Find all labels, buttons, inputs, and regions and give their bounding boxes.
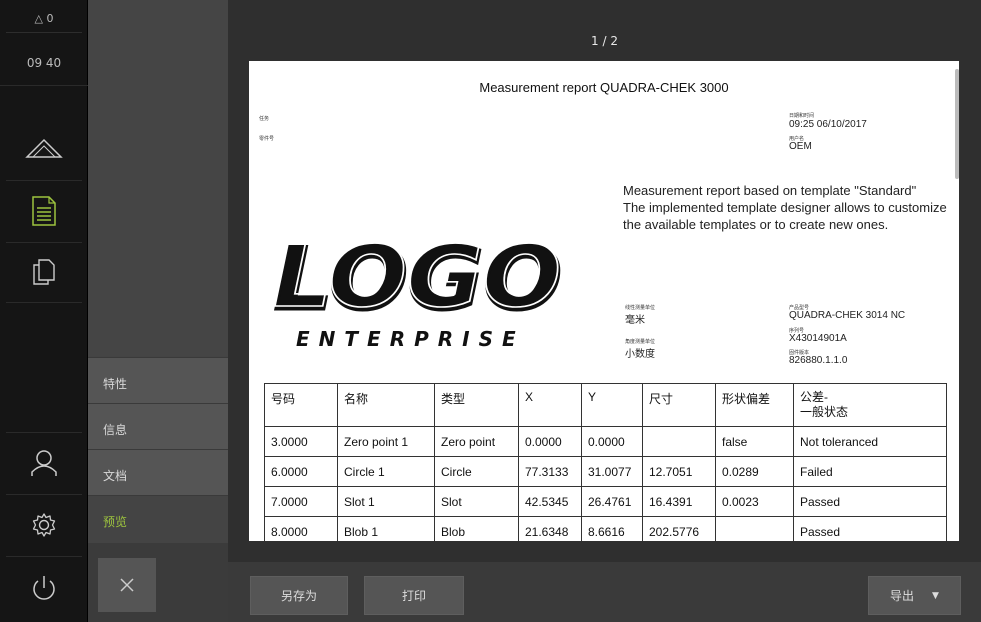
clock: 09 40 xyxy=(26,56,62,70)
report-page[interactable]: Measurement report QUADRA-CHEK 3000 任务 零… xyxy=(249,61,959,541)
col-number: 号码 xyxy=(264,383,338,427)
submenu-item-preview[interactable]: 预览 xyxy=(88,495,228,541)
settings-button[interactable] xyxy=(0,496,88,554)
file-manager-icon xyxy=(33,259,55,285)
table-row: 8.0000 Blob 1 Blob 21.6348 8.6616 202.5776 Pas… xyxy=(264,516,947,541)
col-size: 尺寸 xyxy=(642,383,716,427)
table-cell: Blob xyxy=(434,516,519,541)
app-window: △ 0 09 40 特性 信息 文档 预览 1 / 2 Measurement … xyxy=(0,0,981,622)
table-row: 3.0000 Zero point 1 Zero point 0.0000 0.0000… xyxy=(264,426,947,457)
table-cell: 8.6616 xyxy=(581,516,643,541)
linear-unit-label: 线性测量单位 xyxy=(625,305,656,311)
measure-button[interactable] xyxy=(0,120,88,176)
date-value: 09:25 06/10/2017 xyxy=(789,119,867,130)
table-cell: 12.7051 xyxy=(642,456,716,487)
table-cell: 8.0000 xyxy=(264,516,338,541)
close-icon xyxy=(120,578,134,592)
col-x: X xyxy=(518,383,582,427)
warning-count: 0 xyxy=(46,12,54,25)
table-row: 6.0000 Circle 1 Circle 77.3133 31.0077 12.705… xyxy=(264,456,947,487)
table-row: 7.0000 Slot 1 Slot 42.5345 26.4761 16.4391 0.0… xyxy=(264,486,947,517)
table-cell: Blob 1 xyxy=(337,516,435,541)
col-tolerance-status: 公差- 一般状态 xyxy=(793,383,947,427)
table-cell: 0.0000 xyxy=(581,426,643,457)
chevron-down-icon: ▼ xyxy=(932,590,939,601)
save-as-button[interactable]: 另存为 xyxy=(250,576,348,615)
submenu-item-info[interactable]: 信息 xyxy=(88,403,228,449)
svg-text:LOGO: LOGO xyxy=(273,227,561,327)
status-area[interactable]: △ 0 09 40 xyxy=(0,0,88,86)
col-form-deviation: 形状偏差 xyxy=(715,383,794,427)
preview-area: 1 / 2 Measurement report QUADRA-CHEK 300… xyxy=(228,0,981,622)
report-icon xyxy=(32,196,56,226)
serial-value: X43014901A xyxy=(789,333,847,344)
task-label: 任务 xyxy=(259,116,270,122)
table-cell: Zero point 1 xyxy=(337,426,435,457)
table-cell: Passed xyxy=(793,486,947,517)
settings-icon xyxy=(32,513,56,537)
table-cell: 77.3133 xyxy=(518,456,582,487)
results-table: 号码 名称 类型 X Y 尺寸 形状偏差 公差- 一般状态 3.0000 Zero… xyxy=(264,383,947,541)
submenu-item-features[interactable]: 特性 xyxy=(88,357,228,403)
table-cell: 202.5776 xyxy=(642,516,716,541)
main-menu: △ 0 09 40 xyxy=(0,0,88,622)
footer-toolbar: 另存为 打印 导出 ▼ xyxy=(228,562,981,622)
table-cell: 3.0000 xyxy=(264,426,338,457)
user-login-button[interactable] xyxy=(0,434,88,492)
measurement-report-button[interactable] xyxy=(0,182,88,240)
submenu-item-document[interactable]: 文档 xyxy=(88,449,228,495)
report-title: Measurement report QUADRA-CHEK 3000 xyxy=(479,80,729,95)
table-cell: Circle 1 xyxy=(337,456,435,487)
export-button[interactable]: 导出 ▼ xyxy=(868,576,961,615)
svg-text:ENTERPRISE: ENTERPRISE xyxy=(296,327,525,349)
table-cell: false xyxy=(715,426,794,457)
table-cell: Circle xyxy=(434,456,519,487)
table-cell: Not toleranced xyxy=(793,426,947,457)
print-button[interactable]: 打印 xyxy=(364,576,464,615)
submenu-panel: 特性 信息 文档 预览 xyxy=(88,0,228,622)
table-cell: 42.5345 xyxy=(518,486,582,517)
close-button[interactable] xyxy=(98,558,156,612)
table-cell xyxy=(715,516,794,541)
file-management-button[interactable] xyxy=(0,244,88,300)
col-name: 名称 xyxy=(337,383,435,427)
table-cell: Failed xyxy=(793,456,947,487)
angle-unit-value: 小数度 xyxy=(625,349,655,360)
part-number-label: 零件号 xyxy=(259,136,275,142)
table-header-row: 号码 名称 类型 X Y 尺寸 形状偏差 公差- 一般状态 xyxy=(264,383,947,427)
page-indicator: 1 / 2 xyxy=(591,34,618,48)
firmware-value: 826880.1.1.0 xyxy=(789,355,848,366)
col-type: 类型 xyxy=(434,383,519,427)
table-cell: Slot 1 xyxy=(337,486,435,517)
table-cell: 0.0000 xyxy=(518,426,582,457)
angle-unit-label: 角度测量单位 xyxy=(625,339,656,345)
table-cell: 0.0023 xyxy=(715,486,794,517)
date-label: 日期和时间 xyxy=(789,113,815,119)
table-cell: Slot xyxy=(434,486,519,517)
measure-icon xyxy=(25,138,63,158)
product-value: QUADRA-CHEK 3014 NC xyxy=(789,310,906,321)
user-icon xyxy=(31,450,57,476)
table-cell: 0.0289 xyxy=(715,456,794,487)
report-description: Measurement report based on template "St… xyxy=(623,183,947,232)
table-cell: 26.4761 xyxy=(581,486,643,517)
warning-indicator: △ 0 xyxy=(34,12,54,25)
table-cell: Zero point xyxy=(434,426,519,457)
table-cell: 21.6348 xyxy=(518,516,582,541)
table-cell: Passed xyxy=(793,516,947,541)
power-button[interactable] xyxy=(0,558,88,618)
table-cell: 7.0000 xyxy=(264,486,338,517)
company-logo: LOGO LOGO ENTERPRISE xyxy=(272,226,563,349)
linear-unit-value: 毫米 xyxy=(625,315,645,326)
user-value: OEM xyxy=(789,141,812,152)
table-cell: 31.0077 xyxy=(581,456,643,487)
col-y: Y xyxy=(581,383,643,427)
table-cell: 16.4391 xyxy=(642,486,716,517)
power-icon xyxy=(33,576,55,600)
table-cell xyxy=(642,426,716,457)
table-cell: 6.0000 xyxy=(264,456,338,487)
